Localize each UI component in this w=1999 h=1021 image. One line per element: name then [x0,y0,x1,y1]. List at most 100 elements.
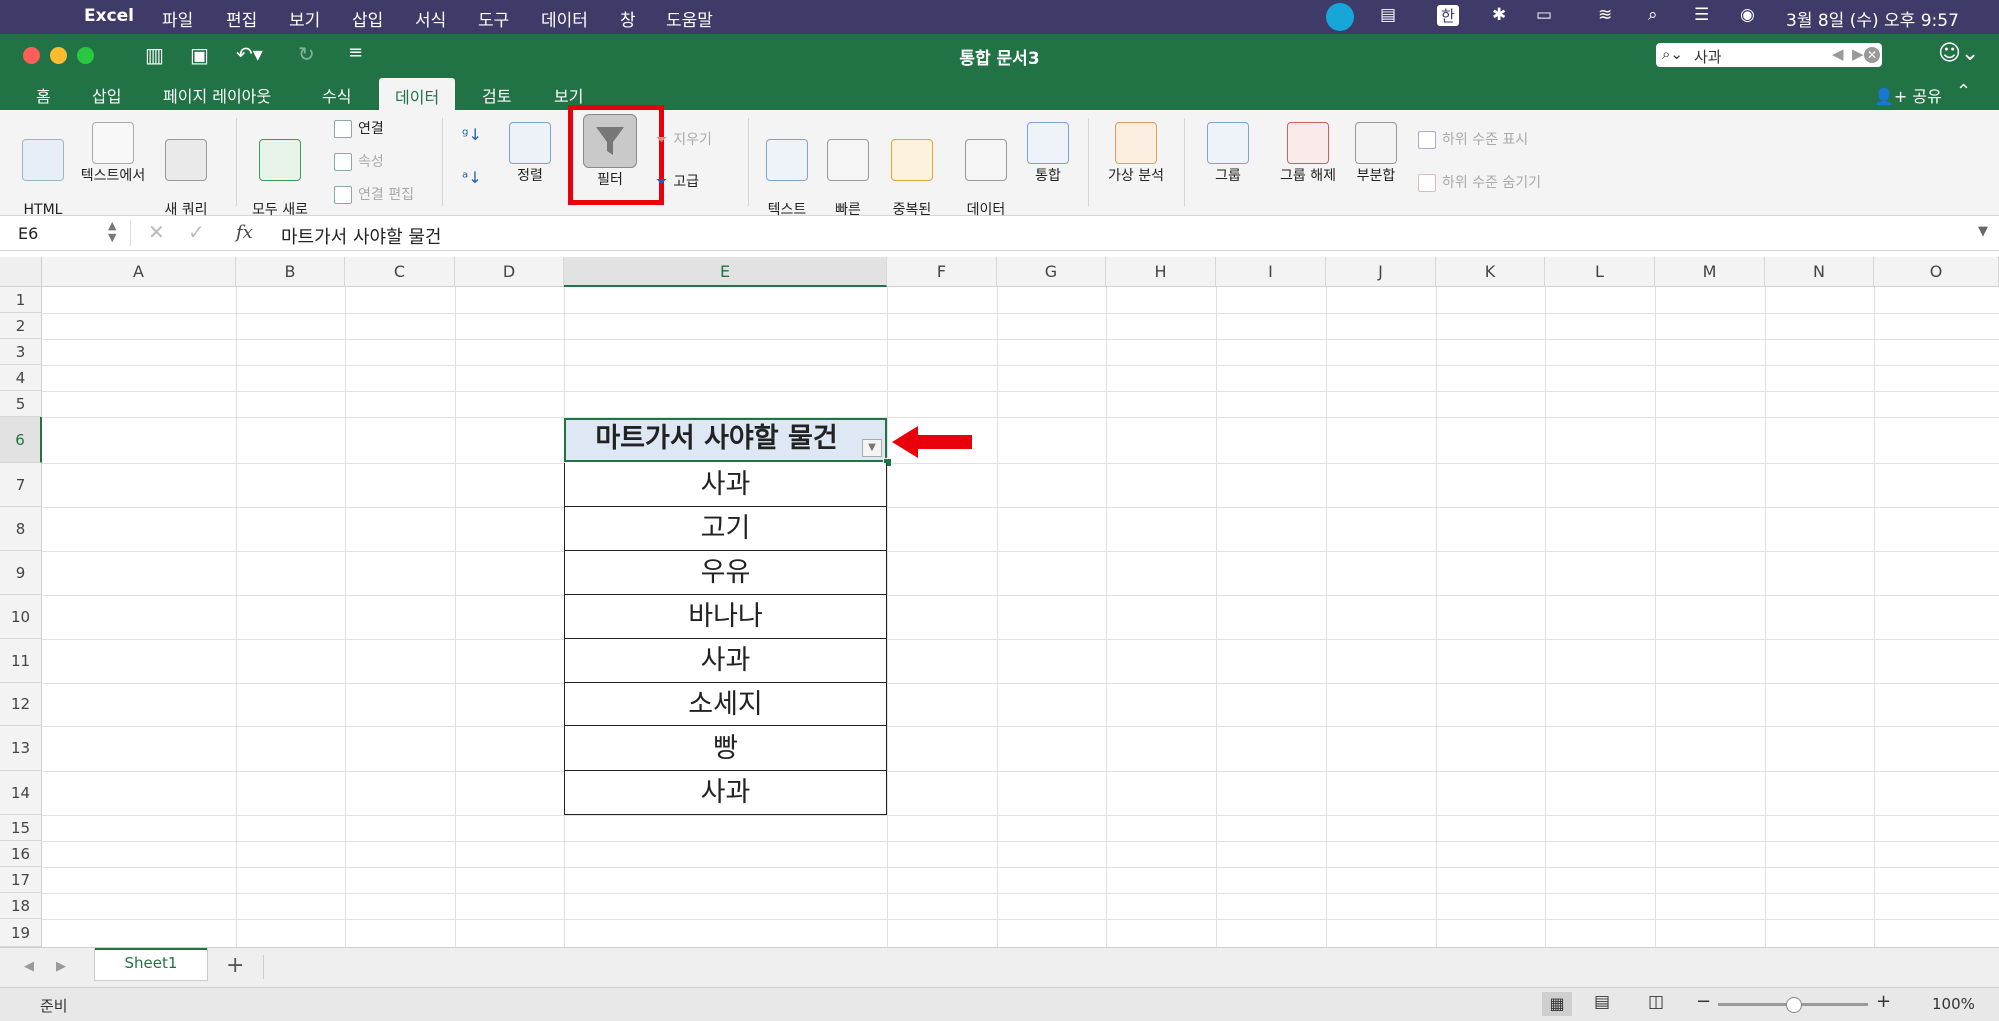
clear-filter-button[interactable]: ⏷ 지우기 [656,129,712,149]
siri-icon[interactable]: ◉ [1740,5,1755,25]
search-field[interactable]: ⌕⌄ 사과 ◀ ▶ ✕ [1656,43,1882,67]
zoom-slider-track[interactable] [1718,997,1868,1013]
list-item-cell[interactable]: 소세지 [564,683,887,726]
row-header-10[interactable]: 10 [0,595,42,639]
zoom-out-button[interactable]: − [1696,991,1711,1012]
bluetooth-icon[interactable]: ✱ [1492,5,1506,25]
row-header-15[interactable]: 15 [0,815,42,841]
column-header-l[interactable]: L [1545,257,1655,287]
app-menu[interactable]: Excel [84,6,134,26]
tab-data[interactable]: 데이터 [379,78,456,110]
row-header-16[interactable]: 16 [0,841,42,867]
next-sheet-icon[interactable]: ▶ [56,959,66,974]
normal-view-icon[interactable]: ▦ [1542,992,1572,1016]
row-header-9[interactable]: 9 [0,551,42,595]
row-header-8[interactable]: 8 [0,507,42,551]
search-clear-icon[interactable]: ✕ [1864,47,1880,63]
sheet-tab-sheet1[interactable]: Sheet1 [94,948,208,981]
name-box[interactable]: E6 [18,224,38,243]
search-input[interactable]: 사과 [1694,46,1722,67]
sort-descending-icon[interactable]: ᵃ↓ [462,168,482,187]
edit-links-button[interactable]: 연결 편집 [334,184,414,204]
column-header-e[interactable]: E [564,257,887,287]
name-box-stepper-icon[interactable]: ▲ ▼ [108,220,116,244]
collapse-ribbon-icon[interactable]: ⌃ [1956,81,1971,102]
column-header-n[interactable]: N [1765,257,1874,287]
connections-button[interactable]: 연결 [334,118,384,138]
column-header-o[interactable]: O [1874,257,1999,287]
zoom-slider-thumb[interactable] [1786,997,1802,1013]
what-if-analysis-button[interactable]: 가상 분석 [1098,122,1174,185]
header-cell-e6[interactable]: 마트가서 사야할 물건 [564,418,887,462]
list-item-cell[interactable]: 바나나 [564,595,887,639]
ungroup-button[interactable]: 그룹 해제 [1270,122,1346,185]
column-header-c[interactable]: C [345,257,455,287]
prev-sheet-icon[interactable]: ◀ [24,959,34,974]
input-source-icon[interactable]: 한 [1437,5,1459,26]
show-detail-button[interactable]: 하위 수준 표시 [1418,129,1528,149]
consolidate-button[interactable]: 통합 [1024,122,1072,185]
hide-detail-button[interactable]: 하위 수준 숨기기 [1418,172,1541,192]
row-header-5[interactable]: 5 [0,391,42,417]
row-header-19[interactable]: 19 [0,919,42,947]
list-item-cell[interactable]: 고기 [564,507,887,551]
app-status-icon[interactable] [1326,3,1354,31]
zoom-level[interactable]: 100% [1932,995,1975,1013]
page-break-view-icon[interactable]: ◫ [1648,992,1664,1012]
wifi-icon[interactable]: ≋ [1598,5,1612,25]
spotlight-icon[interactable]: ⌕ [1648,5,1658,25]
zoom-in-button[interactable]: + [1876,991,1891,1012]
row-header-18[interactable]: 18 [0,893,42,919]
list-item-cell[interactable]: 우유 [564,551,887,595]
smiley-feedback-icon[interactable]: ☺⌄ [1938,41,1979,66]
sort-ascending-icon[interactable]: ᵍ↓ [462,125,482,144]
share-button[interactable]: 👤+ 공유 [1874,83,1942,107]
list-item-cell[interactable]: 사과 [564,639,887,683]
subtotal-button[interactable]: 부분합 [1350,122,1402,185]
tab-page-layout[interactable]: 페이지 레이아웃 [163,83,271,107]
row-header-2[interactable]: 2 [0,313,42,339]
menu-tools[interactable]: 도구 [478,6,509,31]
worksheet-grid[interactable]: ABCDEFGHIJKLMNO 1 2 3 4 5 6 7 8 9 10 11 12 13 14 15 16 1… [0,257,1999,948]
column-header-h[interactable]: H [1106,257,1216,287]
menubar-clock[interactable]: 3월 8일 (수) 오후 9:57 [1786,6,1959,31]
menu-data[interactable]: 데이터 [541,6,588,31]
column-header-i[interactable]: I [1216,257,1326,287]
advanced-filter-button[interactable]: ⏷ 고급 [656,171,699,191]
row-header-7[interactable]: 7 [0,463,42,507]
cancel-entry-icon[interactable]: ✕ [148,220,165,244]
expand-formula-icon[interactable]: ▼ [1978,224,1988,239]
properties-button[interactable]: 속성 [334,151,384,171]
add-sheet-button[interactable]: + [226,953,244,978]
battery-icon[interactable]: ▭ [1536,5,1552,25]
confirm-entry-icon[interactable]: ✓ [188,220,205,244]
formula-input[interactable]: 마트가서 사야할 물건 [281,223,441,249]
list-item-cell[interactable]: 사과 [564,463,887,507]
search-next-icon[interactable]: ▶ [1852,45,1864,63]
column-header-g[interactable]: G [997,257,1106,287]
menu-view[interactable]: 보기 [289,6,320,31]
column-header-d[interactable]: D [455,257,564,287]
tab-formulas[interactable]: 수식 [322,83,351,107]
select-all-corner[interactable] [0,257,42,287]
menu-help[interactable]: 도움말 [666,6,713,31]
menu-insert[interactable]: 삽입 [352,6,383,31]
menu-format[interactable]: 서식 [415,6,446,31]
row-header-17[interactable]: 17 [0,867,42,893]
search-prev-icon[interactable]: ◀ [1832,45,1844,63]
menu-file[interactable]: 파일 [162,6,193,31]
tab-home[interactable]: 홈 [36,83,51,107]
control-center-icon[interactable]: ☰ [1694,5,1709,25]
menu-edit[interactable]: 편집 [226,6,257,31]
row-header-13[interactable]: 13 [0,726,42,771]
column-header-f[interactable]: F [887,257,997,287]
row-header-11[interactable]: 11 [0,639,42,683]
from-text-button[interactable]: 텍스트에서 [76,122,150,185]
group-button[interactable]: 그룹 [1196,122,1260,185]
column-header-k[interactable]: K [1436,257,1545,287]
column-header-m[interactable]: M [1655,257,1765,287]
page-layout-view-icon[interactable]: ▤ [1594,992,1610,1012]
tab-review[interactable]: 검토 [482,83,511,107]
row-header-6[interactable]: 6 [0,417,42,463]
row-header-1[interactable]: 1 [0,287,42,313]
